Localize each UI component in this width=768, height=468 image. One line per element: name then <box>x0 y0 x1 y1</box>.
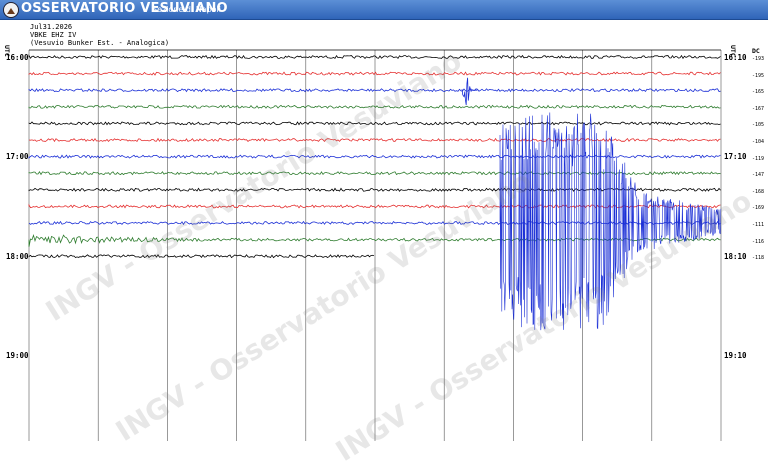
seismogram <box>28 49 722 441</box>
seismic-trace <box>28 254 375 259</box>
seismic-event-spike <box>461 77 478 106</box>
earthquake-signal <box>499 112 722 331</box>
